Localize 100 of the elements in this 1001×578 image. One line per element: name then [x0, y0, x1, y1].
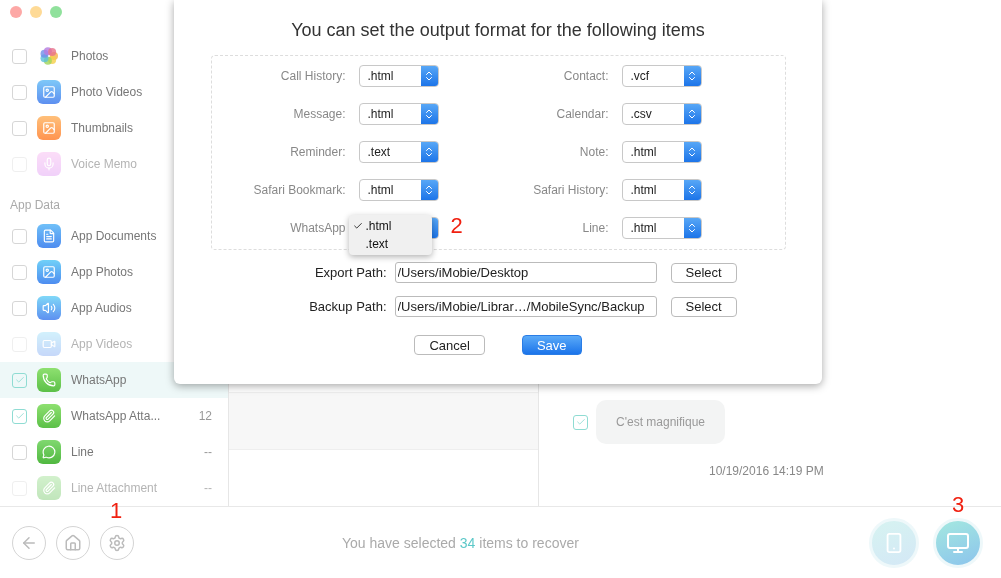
stepper-icon: [686, 222, 698, 234]
select-button[interactable]: Select: [670, 262, 737, 283]
sidebar-item[interactable]: Thumbnails: [0, 110, 228, 146]
app-icon: [37, 440, 61, 464]
item-label: App Documents: [71, 229, 158, 243]
annotation-number: 2: [450, 215, 463, 237]
check-icon: [575, 417, 586, 427]
section-heading: App Data: [10, 198, 61, 212]
checkbox[interactable]: [12, 300, 27, 316]
item-count: --: [204, 445, 212, 459]
checkbox[interactable]: [12, 48, 27, 64]
stepper-icon: [423, 184, 435, 196]
checkbox[interactable]: [12, 408, 27, 424]
field-label: WhatsApp: [290, 221, 346, 235]
format-select[interactable]: .html: [358, 65, 439, 87]
path-label: Backup Path:: [308, 299, 388, 314]
app-icon: [37, 116, 61, 140]
format-select[interactable]: .html: [621, 141, 702, 163]
field-label: Line:: [582, 221, 609, 235]
stepper-icon: [423, 146, 435, 158]
app-icon: [37, 476, 61, 500]
item-label: Line: [71, 445, 95, 459]
stepper-icon: [686, 146, 698, 158]
item-label: Photos: [71, 49, 110, 63]
menu-option[interactable]: .html: [348, 217, 432, 235]
stepper-icon: [423, 70, 435, 82]
item-count: 12: [198, 409, 212, 423]
sidebar-item[interactable]: Photos: [0, 38, 228, 74]
item-label: WhatsApp: [71, 373, 128, 387]
cancel-button[interactable]: Cancel: [414, 335, 485, 355]
item-label: Thumbnails: [71, 121, 135, 135]
format-select[interactable]: .text: [358, 141, 439, 163]
item-label: Line Attachment: [71, 481, 159, 495]
item-label: App Videos: [71, 337, 134, 351]
checkbox[interactable]: [12, 84, 27, 100]
home-icon: [64, 533, 82, 552]
check-icon: [352, 221, 363, 231]
format-select[interactable]: .csv: [621, 103, 702, 125]
item-label: WhatsApp Atta...: [71, 409, 162, 423]
app-icon: [37, 224, 61, 248]
field-label: Reminder:: [290, 145, 346, 159]
format-select[interactable]: .html: [358, 179, 439, 201]
field-label: Safari History:: [533, 183, 609, 197]
check-icon: [14, 375, 25, 385]
stepper-icon: [686, 70, 698, 82]
select-button[interactable]: Select: [670, 296, 737, 317]
format-select[interactable]: .html: [358, 103, 439, 125]
check-icon: [14, 411, 25, 421]
checkbox[interactable]: [12, 228, 27, 244]
menu-option[interactable]: .text: [348, 235, 432, 253]
app-icon: [37, 404, 61, 428]
checkbox[interactable]: [573, 414, 588, 430]
settings-icon: [108, 533, 126, 552]
format-select[interactable]: .html: [621, 217, 702, 239]
path-label: Export Path:: [313, 265, 388, 280]
sidebar-item[interactable]: Line --: [0, 434, 228, 470]
path-field[interactable]: /Users/iMobie/Librar…/MobileSync/Backup: [394, 296, 657, 317]
stepper-icon: [686, 184, 698, 196]
field-label: Message:: [293, 107, 346, 121]
field-label: Note:: [579, 145, 609, 159]
zoom-button[interactable]: [50, 6, 62, 18]
app-icon: [37, 152, 61, 176]
checkbox[interactable]: [12, 444, 27, 460]
sidebar-item[interactable]: App Documents: [0, 218, 228, 254]
timestamp: 10/19/2016 14:19 PM: [708, 464, 825, 478]
app-icon: [37, 368, 61, 392]
checkbox[interactable]: [12, 120, 27, 136]
app-icon: [37, 80, 61, 104]
item-count: --: [204, 481, 212, 495]
annotation-number: 1: [110, 499, 123, 522]
field-label: Call History:: [280, 69, 346, 83]
minimize-button[interactable]: [30, 6, 42, 18]
app-icon: [37, 296, 61, 320]
item-label: App Audios: [71, 301, 133, 315]
format-select[interactable]: .vcf: [621, 65, 702, 87]
back-button[interactable]: [12, 525, 46, 560]
message-bubble: C'est magnifique: [596, 400, 725, 444]
format-select[interactable]: .html: [621, 179, 702, 201]
monitor-icon: [946, 530, 970, 555]
field-label: Contact:: [563, 69, 609, 83]
item-label: Photo Videos: [71, 85, 144, 99]
to-device-button[interactable]: [869, 517, 919, 568]
sidebar-item[interactable]: WhatsApp Atta... 12: [0, 398, 228, 434]
stepper-icon: [686, 108, 698, 120]
app-icon: [37, 260, 61, 284]
sidebar-item[interactable]: App Audios: [0, 290, 228, 326]
close-button[interactable]: [10, 6, 22, 18]
path-field[interactable]: /Users/iMobie/Desktop: [394, 262, 657, 283]
item-label: Voice Memo: [71, 157, 139, 171]
field-label: Safari Bookmark:: [253, 183, 346, 197]
selection-status: You have selected 34 items to recover: [342, 534, 580, 551]
sidebar-item[interactable]: Photo Videos: [0, 74, 228, 110]
app-icon: [37, 332, 61, 356]
annotation-number: 3: [952, 493, 965, 516]
field-label: Calendar:: [556, 107, 609, 121]
home-button[interactable]: [56, 525, 90, 560]
checkbox[interactable]: [12, 264, 27, 280]
checkbox[interactable]: [12, 372, 27, 388]
sidebar-item[interactable]: App Photos: [0, 254, 228, 290]
stepper-icon: [423, 108, 435, 120]
